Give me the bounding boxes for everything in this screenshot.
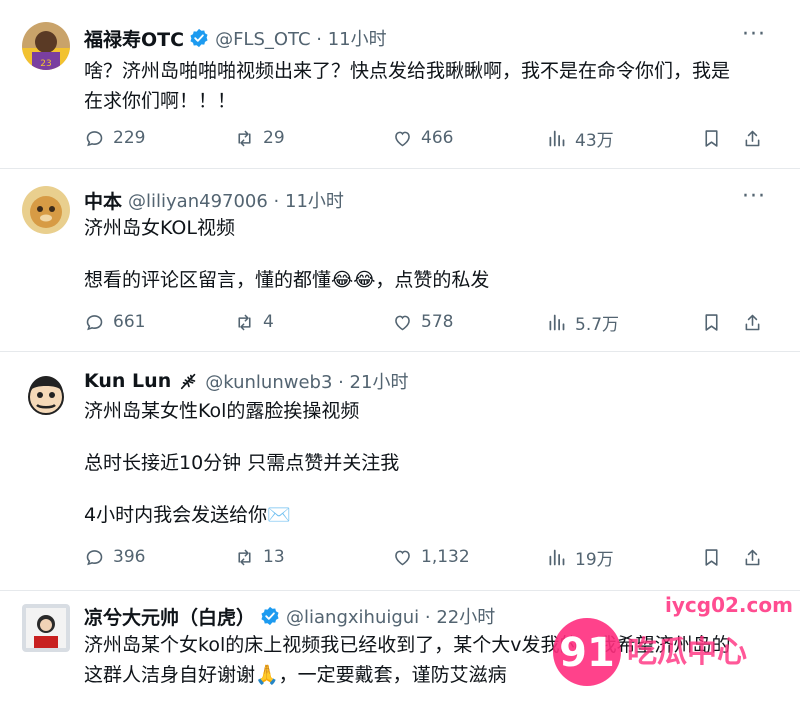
repost-icon [238,130,251,146]
share-icon [745,314,760,330]
author-name[interactable]: 凉兮大元帅（白虎） [84,603,255,630]
tweet-3[interactable]: Kun Lun @kunlunweb3 · 21小时 济州岛某女性Kol的露脸挨… [0,351,800,591]
reply-icon [86,549,103,565]
tweet-1[interactable]: 23 福禄寿OTC @FLS_OTC · 11小时 ··· 啥？济州岛啪啪啪视频… [0,0,800,169]
reply-icon [86,130,103,146]
like-count: 1,132 [421,547,470,567]
tweet-actions: 396 13 1,132 19万 [84,543,766,571]
reply-button[interactable]: 396 [84,547,145,568]
like-button[interactable]: 466 [392,128,453,149]
author-name[interactable]: Kun Lun [84,370,171,392]
watermark-text: 吃瓜中心 [627,635,747,670]
share-icon [745,549,760,565]
reply-button[interactable]: 661 [84,312,145,333]
repost-count: 13 [263,547,285,567]
repost-icon [238,549,251,565]
repost-button[interactable]: 4 [234,312,274,333]
author-handle-time[interactable]: @kunlunweb3 · 21小时 [205,368,408,394]
svg-text:23: 23 [40,59,51,69]
bookmark-icon [705,548,718,566]
views-count: 5.7万 [575,314,620,335]
views-count: 43万 [575,130,614,151]
reply-button[interactable]: 229 [84,128,145,149]
bookmark-button[interactable] [701,128,730,149]
author-handle-time[interactable]: @FLS_OTC · 11小时 [215,25,387,51]
verified-badge-icon [261,606,279,626]
tweet-actions: 661 4 578 5.7万 [84,308,766,336]
tweet-text: 啥？济州岛啪啪啪视频出来了？快点发给我瞅瞅啊，我不是在命令你们，我是 在求你们啊… [84,60,731,112]
tweet-text: 济州岛女KOL视频 想看的评论区留言，懂的都懂😂😂，点赞的私发 [84,217,490,291]
repost-button[interactable]: 13 [234,547,285,568]
tweet-actions: 229 29 466 43万 [84,124,766,152]
avatar[interactable] [22,371,70,419]
repost-count: 29 [263,128,285,148]
bookmark-button[interactable] [701,547,730,568]
like-count: 466 [421,128,454,148]
feather-icon [181,373,196,390]
share-button[interactable] [742,128,771,149]
author-name[interactable]: 中本 [84,187,122,214]
share-icon [745,130,760,146]
watermark-logo: iycg02.com 91 吃瓜中心 [535,590,800,697]
views-chart-icon [549,314,565,330]
heart-icon [395,131,410,146]
avatar[interactable] [22,604,70,652]
watermark-number: 91 [559,630,615,676]
bookmark-button[interactable] [701,312,730,333]
author-handle-time[interactable]: @liangxihuigui · 22小时 [286,603,495,629]
views-count: 19万 [575,549,614,570]
tweet-text: 济州岛某女性Kol的露脸挨操视频 总时长接近10分钟 只需点赞并关注我 4小时内… [84,400,400,526]
bookmark-icon [705,129,718,147]
heart-icon [395,315,410,330]
views-chart-icon [549,130,565,146]
more-options-icon[interactable]: ··· [742,24,766,46]
more-options-icon[interactable]: ··· [742,186,766,208]
like-button[interactable]: 1,132 [392,547,470,568]
author-name[interactable]: 福禄寿OTC [84,25,184,52]
author-handle-time[interactable]: @liliyan497006 · 11小时 [128,187,344,213]
share-button[interactable] [742,547,771,568]
avatar[interactable] [22,186,70,234]
reply-count: 396 [113,547,146,567]
views-chart-icon [549,549,565,565]
bookmark-icon [705,313,718,331]
tweet-2[interactable]: 中本 @liliyan497006 · 11小时 ··· 济州岛女KOL视频 想… [0,168,800,352]
like-count: 578 [421,312,454,332]
views-button[interactable]: 5.7万 [546,310,619,335]
share-button[interactable] [742,312,771,333]
heart-icon [395,550,410,565]
watermark-site: iycg02.com [665,593,793,617]
reply-count: 229 [113,128,146,148]
avatar[interactable]: 23 [22,22,70,70]
views-button[interactable]: 19万 [546,545,614,570]
views-button[interactable]: 43万 [546,126,614,151]
verified-badge-icon [190,28,208,48]
reply-icon [86,314,103,330]
repost-button[interactable]: 29 [234,128,285,149]
repost-icon [238,314,251,330]
reply-count: 661 [113,312,146,332]
repost-count: 4 [263,312,274,332]
like-button[interactable]: 578 [392,312,453,333]
